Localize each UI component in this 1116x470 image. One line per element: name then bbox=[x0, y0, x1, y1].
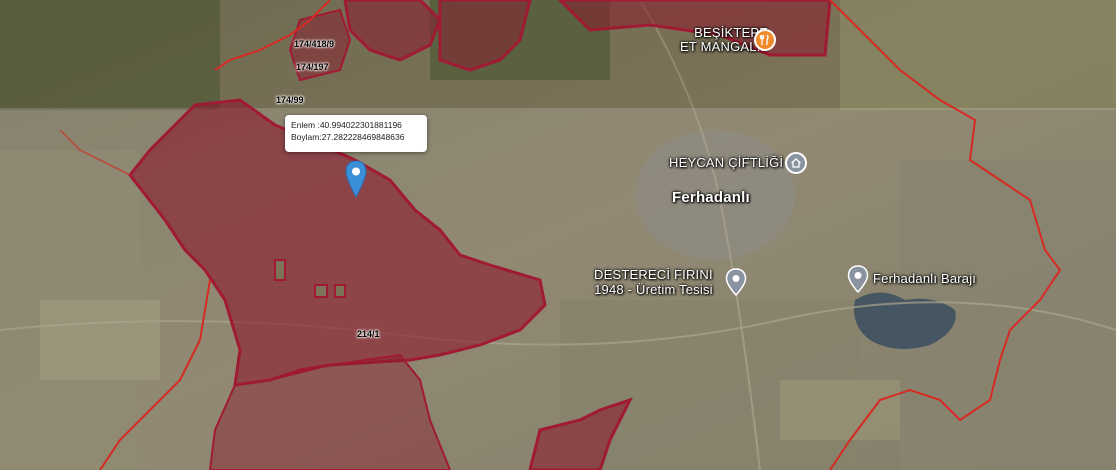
parcel-label: 174/418/9 bbox=[294, 39, 335, 49]
parcel-label: 214/1 bbox=[357, 329, 380, 339]
parcel-label: 174/99 bbox=[276, 95, 304, 105]
parcel-label: 174/197 bbox=[296, 62, 329, 72]
coordinate-popup: Enlem :40.994022301881196 Boylam:27.2822… bbox=[285, 115, 427, 152]
location-marker-icon[interactable] bbox=[344, 160, 368, 199]
bakery-name-line2: 1948 - Üretim Tesisi bbox=[594, 282, 713, 297]
satellite-imagery bbox=[0, 0, 1116, 470]
latitude-text: Enlem :40.994022301881196 bbox=[291, 120, 402, 130]
longitude-text: Boylam:27.282228469848636 bbox=[291, 132, 405, 142]
satellite-map[interactable]: 174/418/9 174/197 174/99 214/1 BEŞİKTEPE… bbox=[0, 0, 1116, 470]
dam-label[interactable]: Ferhadanlı Barajı bbox=[873, 271, 976, 286]
pin-icon[interactable] bbox=[725, 268, 747, 301]
bakery-name-line1: DESTERECİ FIRINI bbox=[594, 267, 713, 282]
bakery-label[interactable]: DESTERECİ FIRINI 1948 - Üretim Tesisi bbox=[594, 267, 713, 297]
fork-knife-icon[interactable] bbox=[754, 29, 776, 51]
pin-icon[interactable] bbox=[847, 265, 869, 298]
house-icon[interactable] bbox=[785, 152, 807, 174]
town-label: Ferhadanlı bbox=[672, 189, 750, 206]
farm-label[interactable]: HEYCAN ÇİFTLİĞİ bbox=[669, 155, 783, 170]
